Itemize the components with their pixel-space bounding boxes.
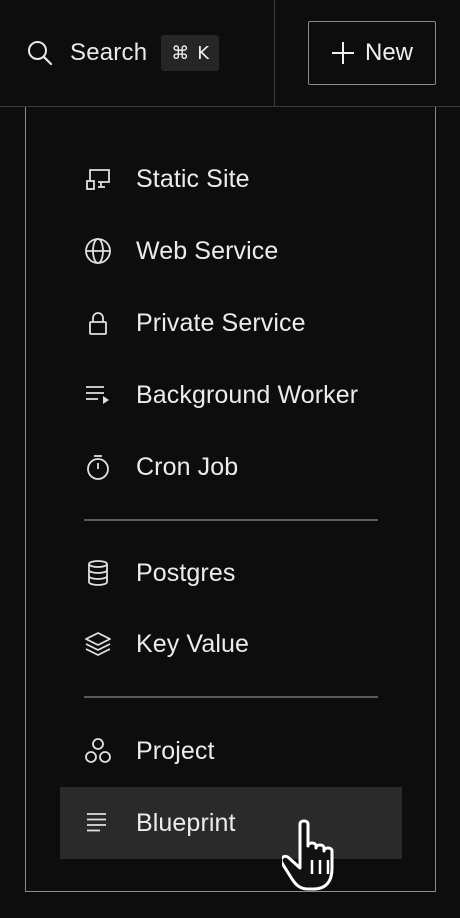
search-label: Search bbox=[70, 39, 148, 66]
menu-item-web-service[interactable]: Web Service bbox=[60, 216, 402, 286]
menu-item-label: Blueprint bbox=[136, 808, 236, 837]
menu-item-label: Project bbox=[136, 736, 215, 765]
menu-item-label: Web Service bbox=[136, 236, 279, 265]
database-icon bbox=[84, 559, 112, 587]
blueprint-lines-icon bbox=[84, 809, 112, 837]
hand-pointer-cursor-icon bbox=[282, 818, 352, 894]
k-key: K bbox=[197, 42, 210, 64]
plus-icon bbox=[331, 41, 355, 65]
menu-item-label: Private Service bbox=[136, 308, 306, 337]
menu-item-static-site[interactable]: Static Site bbox=[60, 144, 402, 214]
menu-item-label: Postgres bbox=[136, 558, 236, 587]
new-button[interactable]: New bbox=[308, 21, 436, 85]
menu-divider bbox=[84, 519, 378, 521]
menu-item-background-worker[interactable]: Background Worker bbox=[60, 360, 402, 430]
new-button-label: New bbox=[364, 39, 413, 66]
search-icon bbox=[26, 39, 54, 67]
menu-item-label: Background Worker bbox=[136, 380, 359, 409]
globe-icon bbox=[84, 237, 112, 265]
layers-icon bbox=[84, 630, 112, 658]
menu-item-key-value[interactable]: Key Value bbox=[60, 609, 402, 679]
menu-divider bbox=[84, 696, 378, 698]
search-shortcut: ⌘ K bbox=[161, 35, 220, 71]
topbar-divider bbox=[274, 0, 275, 107]
worker-list-icon bbox=[84, 381, 112, 409]
command-key: ⌘ bbox=[171, 42, 190, 64]
lock-icon bbox=[84, 309, 112, 337]
top-bar: Search ⌘ K New bbox=[0, 0, 460, 107]
menu-item-label: Key Value bbox=[136, 629, 250, 658]
menu-item-postgres[interactable]: Postgres bbox=[60, 538, 402, 608]
static-site-icon bbox=[84, 165, 112, 193]
menu-item-label: Cron Job bbox=[136, 452, 239, 481]
project-hexagons-icon bbox=[84, 737, 112, 765]
search-trigger[interactable]: Search ⌘ K bbox=[26, 32, 220, 74]
menu-item-cron-job[interactable]: Cron Job bbox=[60, 432, 402, 502]
new-dropdown-menu: Static Site Web Service Private Service bbox=[25, 107, 436, 892]
stopwatch-icon bbox=[84, 453, 112, 481]
menu-item-project[interactable]: Project bbox=[60, 716, 402, 786]
menu-item-private-service[interactable]: Private Service bbox=[60, 288, 402, 358]
menu-item-label: Static Site bbox=[136, 164, 250, 193]
